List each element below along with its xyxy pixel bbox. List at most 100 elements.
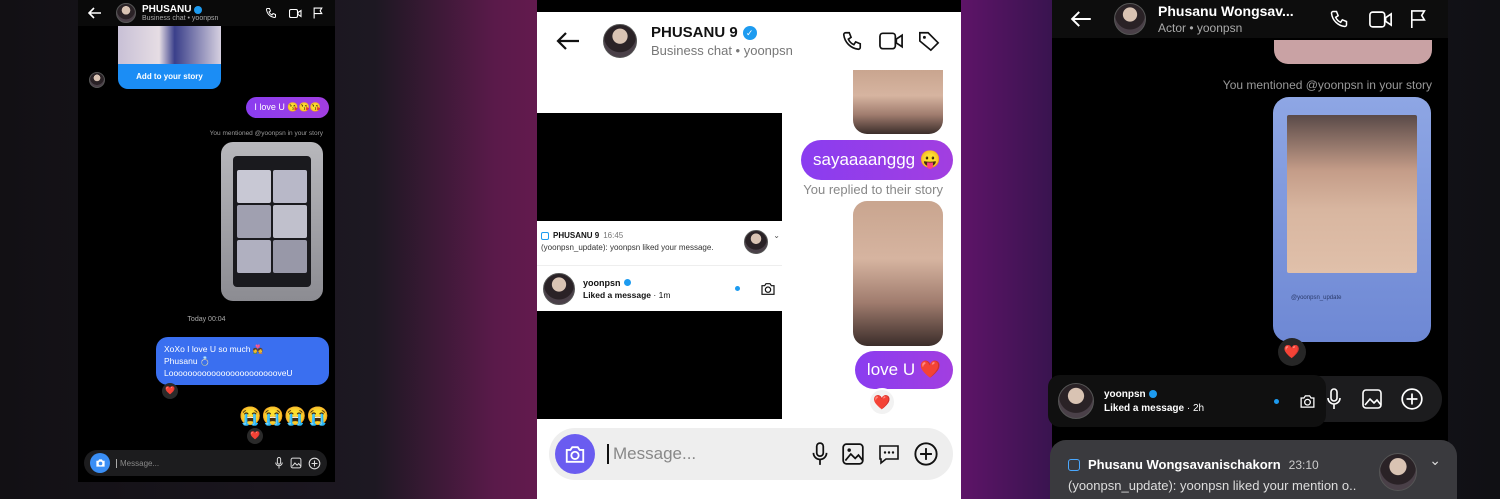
emoji-message[interactable]: 😭😭😭😭 <box>239 406 329 427</box>
gallery-icon[interactable] <box>1361 388 1383 410</box>
contact-subtitle: Actor • yoonpsn <box>1158 21 1243 35</box>
chat-header: PHUSANU 9 ✓ Business chat • yoonpsn <box>537 12 961 70</box>
story-image <box>1287 115 1417 273</box>
notification-text: (yoonpsn_update): yoonpsn liked your mes… <box>541 243 714 252</box>
app-icon <box>541 231 549 240</box>
microphone-icon[interactable] <box>274 457 284 469</box>
activity-user: yoonpsn <box>1104 388 1146 400</box>
contact-name[interactable]: PHUSANU 9 <box>651 24 738 41</box>
back-arrow-icon[interactable] <box>1066 11 1096 27</box>
avatar[interactable] <box>116 3 136 23</box>
notification-card[interactable]: Phusanu Wongsavanischakorn 23:10 (yoonps… <box>1050 440 1457 499</box>
verified-icon: ✓ <box>742 25 757 40</box>
camera-button[interactable] <box>555 434 595 474</box>
avatar[interactable] <box>1114 3 1146 35</box>
chevron-down-icon[interactable]: ⌄ <box>773 231 780 240</box>
sticker-chat-icon[interactable] <box>877 442 901 466</box>
camera-icon[interactable] <box>760 282 776 296</box>
message-input[interactable]: Message... <box>607 444 799 464</box>
story-mention-preview[interactable]: @yoonpsn_update <box>1273 97 1431 342</box>
middle-chat-screen: PHUSANU 9 ✓ Business chat • yoonpsn saya… <box>537 0 961 499</box>
unread-dot <box>735 286 740 291</box>
notification-avatar <box>744 230 768 254</box>
video-icon[interactable] <box>1358 10 1404 29</box>
activity-row[interactable]: yoonpsn Liked a message · 1m <box>537 266 782 311</box>
story-caption: @yoonpsn_update <box>1291 295 1342 301</box>
message-composer: Message... <box>84 450 327 476</box>
notification-avatar <box>1379 453 1417 491</box>
verified-icon <box>623 279 631 286</box>
notification-app: PHUSANU 9 <box>553 231 600 240</box>
phone-icon[interactable] <box>833 30 871 52</box>
contact-name[interactable]: Phusanu Wongsav... <box>1158 3 1320 19</box>
add-icon[interactable] <box>913 441 939 467</box>
notification-time: 23:10 <box>1288 457 1319 472</box>
replied-note: You replied to their story <box>803 182 943 197</box>
message-bubble[interactable]: I love U 😘😘😘 <box>246 97 329 118</box>
mention-note: You mentioned @yoonpsn in your story <box>1222 78 1432 92</box>
add-icon[interactable] <box>308 457 321 470</box>
microphone-icon[interactable] <box>811 442 829 466</box>
phone-icon[interactable] <box>1320 9 1358 29</box>
sender-avatar <box>89 72 105 88</box>
activity-time: 1m <box>658 289 671 300</box>
gallery-icon[interactable] <box>841 442 865 466</box>
reaction-heart[interactable]: ❤️ <box>162 383 178 399</box>
microphone-icon[interactable] <box>1325 388 1343 410</box>
notification-app: Phusanu Wongsavanischakorn <box>1088 457 1281 472</box>
camera-button[interactable] <box>90 453 110 473</box>
story-reply-image[interactable] <box>853 70 943 134</box>
back-arrow-icon[interactable] <box>551 32 585 50</box>
unread-dot <box>1274 398 1279 404</box>
time-divider: Today 00:04 <box>187 316 226 323</box>
verified-icon <box>194 5 203 14</box>
overlay-block-bottom <box>537 311 782 419</box>
overlay-block-top <box>537 113 782 221</box>
story-thumbnail <box>233 156 311 287</box>
reaction-heart[interactable]: ❤️ <box>868 388 896 416</box>
reaction-heart[interactable]: ❤️ <box>247 428 263 444</box>
chevron-down-icon[interactable]: ⌄ <box>1429 452 1441 469</box>
chat-header: PHUSANU Business chat • yoonpsn <box>78 0 335 26</box>
contact-name[interactable]: PHUSANU <box>142 4 191 15</box>
notification-time: 16:45 <box>603 231 624 240</box>
message-bubble[interactable]: sayaaaanggg 😛 <box>801 140 953 180</box>
add-to-story-button[interactable]: Add to your story <box>118 72 221 81</box>
add-icon[interactable] <box>1400 387 1424 411</box>
activity-avatar <box>1058 383 1094 419</box>
video-icon[interactable] <box>871 31 911 51</box>
activity-time: 2h <box>1192 402 1205 414</box>
reaction-heart[interactable]: ❤️ <box>1278 338 1306 366</box>
left-chat-screen: PHUSANU Business chat • yoonpsn Add to y… <box>78 0 335 482</box>
story-image <box>118 26 221 64</box>
activity-avatar <box>543 272 575 305</box>
activity-user: yoonpsn <box>583 277 621 288</box>
message-composer: Message... <box>549 428 953 480</box>
contact-subtitle: Business chat • yoonpsn <box>142 15 219 22</box>
camera-icon[interactable] <box>1299 394 1316 409</box>
app-icon <box>1068 458 1080 471</box>
shared-story-card[interactable]: Add to your story <box>118 26 221 89</box>
story-reply-image[interactable] <box>853 201 943 346</box>
notification-card[interactable]: PHUSANU 9 16:45 (yoonpsn_update): yoonps… <box>537 221 782 266</box>
activity-row[interactable]: yoonpsn Liked a message · 2h <box>1048 375 1326 427</box>
back-arrow-icon[interactable] <box>84 7 106 19</box>
video-icon[interactable] <box>283 8 307 19</box>
verified-icon <box>1148 390 1157 398</box>
flag-icon[interactable] <box>307 7 329 19</box>
message-input[interactable]: Message... <box>116 458 268 468</box>
status-strip <box>537 0 961 12</box>
message-bubble[interactable]: love U ❤️ <box>854 351 953 389</box>
message-bubble-long[interactable]: XoXo I love U so much 💑 Phusanu 💍 Looooo… <box>156 337 329 385</box>
gallery-icon[interactable] <box>290 457 302 469</box>
story-mention-preview[interactable] <box>221 142 323 301</box>
previous-attachment <box>1274 40 1432 64</box>
flag-icon[interactable] <box>1404 9 1434 29</box>
avatar[interactable] <box>603 24 637 58</box>
phone-icon[interactable] <box>259 7 283 19</box>
mention-note: You mentioned @yoonpsn in your story <box>209 130 323 137</box>
tag-icon[interactable] <box>911 30 947 52</box>
activity-text: Liked a message <box>583 289 652 300</box>
activity-text: Liked a message <box>1104 402 1185 414</box>
chat-header: Phusanu Wongsav... Actor • yoonpsn <box>1052 0 1448 38</box>
